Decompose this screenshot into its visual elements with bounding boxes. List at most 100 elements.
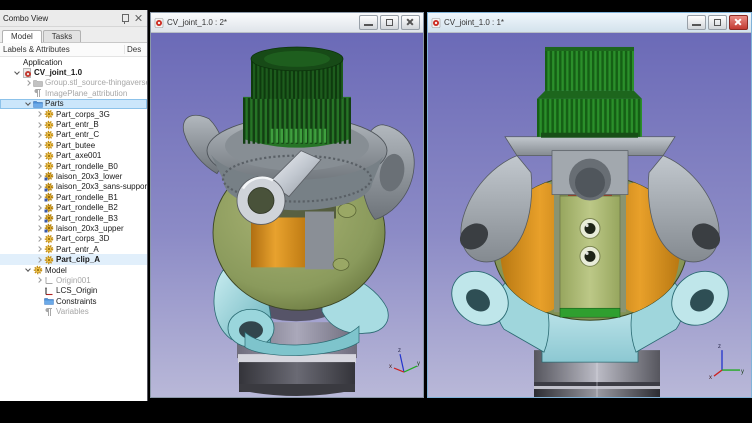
tree-item-label: LCS_Origin — [56, 286, 97, 295]
svg-text:y: y — [741, 369, 744, 375]
restore-button[interactable] — [380, 15, 399, 30]
tree-item-parts[interactable]: Parts — [0, 99, 147, 109]
tree-item-variables[interactable]: Variables — [0, 306, 147, 316]
green-band[interactable] — [560, 308, 620, 317]
arrow-spacer — [24, 89, 33, 98]
collapse-arrow-icon[interactable] — [13, 68, 22, 77]
dock-pin-button[interactable] — [120, 13, 131, 23]
panel-close-button[interactable] — [133, 13, 144, 23]
svg-text:y: y — [417, 361, 420, 367]
tree-item-part-rondelle-b3[interactable]: Part_rondelle_B3 — [0, 213, 147, 223]
tab-model[interactable]: Model — [2, 30, 42, 43]
expand-arrow-icon[interactable] — [35, 110, 44, 119]
tree-item-part-axe001[interactable]: Part_axe001 — [0, 151, 147, 161]
tree-item-label: Part_clip_A — [56, 255, 100, 264]
part-yellow-icon — [33, 265, 43, 275]
tree-item-label: Variables — [56, 307, 89, 316]
expand-arrow-icon[interactable] — [35, 141, 44, 150]
viewport-window-1: CV_joint_1.0 : 2* — [150, 12, 424, 398]
tree-item-laison-20x3-sans-support[interactable]: laison_20x3_sans-support — [0, 182, 147, 192]
expand-arrow-icon[interactable] — [35, 276, 44, 285]
tree-item-laison-20x3-upper[interactable]: laison_20x3_upper — [0, 223, 147, 233]
restore-button[interactable] — [708, 15, 727, 30]
tree-item-constraints[interactable]: Constraints — [0, 296, 147, 306]
tree-item-laison-20x3-lower[interactable]: laison_20x3_lower — [0, 171, 147, 181]
part-yellow-icon — [44, 151, 54, 161]
screw-bottom[interactable] — [580, 246, 600, 266]
tree-item-part-entr-a[interactable]: Part_entr_A — [0, 244, 147, 254]
green-knob[interactable] — [537, 47, 642, 138]
collapse-arrow-icon[interactable] — [24, 266, 33, 275]
tree-item-part-butee[interactable]: Part_butee — [0, 140, 147, 150]
collapse-arrow-icon[interactable] — [24, 99, 33, 108]
viewport1-3d-view[interactable]: z y x — [151, 33, 423, 397]
close-button[interactable] — [401, 15, 420, 30]
minimize-button[interactable] — [359, 15, 378, 30]
expand-arrow-icon[interactable] — [35, 193, 44, 202]
tree-item-part-entr-c[interactable]: Part_entr_C — [0, 130, 147, 140]
svg-text:x: x — [709, 375, 712, 381]
viewport2-title: CV_joint_1.0 : 1* — [444, 18, 685, 27]
part-yellow-icon — [44, 161, 54, 171]
tree-item-part-corps-3d[interactable]: Part_corps_3D — [0, 234, 147, 244]
expand-arrow-icon[interactable] — [35, 130, 44, 139]
combo-view-tabs: Model Tasks — [0, 27, 147, 43]
tab-tasks[interactable]: Tasks — [43, 30, 81, 42]
tree-item-lcs-origin[interactable]: LCS_Origin — [0, 286, 147, 296]
combo-view-titlebar[interactable]: Combo View — [0, 10, 147, 27]
screen: Combo View Model Tasks Labels & Attribut… — [0, 0, 752, 423]
tree-item-label: Part_entr_A — [56, 245, 99, 254]
part-yellow-icon — [44, 234, 54, 244]
folder-gray-icon — [33, 78, 43, 88]
part-yellow-icon — [44, 244, 54, 254]
expand-arrow-icon[interactable] — [35, 162, 44, 171]
expand-arrow-icon[interactable] — [35, 172, 44, 181]
arrow-spacer — [35, 286, 44, 295]
expand-arrow-icon[interactable] — [35, 120, 44, 129]
expand-arrow-icon[interactable] — [35, 214, 44, 223]
expand-arrow-icon[interactable] — [35, 255, 44, 264]
tree-item-application[interactable]: Application — [0, 57, 147, 67]
minimize-button[interactable] — [687, 15, 706, 30]
orange-cross-pin[interactable] — [251, 217, 305, 267]
tree-item-label: laison_20x3_upper — [56, 224, 124, 233]
tree-item-cv-joint-1-0[interactable]: CV_joint_1.0 — [0, 67, 147, 77]
tree-item-label: Part_entr_B — [56, 120, 99, 129]
pin-icon — [122, 14, 129, 22]
part-link-icon — [44, 223, 54, 233]
tree-item-label: laison_20x3_lower — [56, 172, 122, 181]
tree-item-imageplane-attribution[interactable]: ImagePlane_attribution — [0, 88, 147, 98]
part-link-icon — [44, 192, 54, 202]
tree-item-group-stl-source-thingaverse[interactable]: Group.stl_source-thingaverse — [0, 78, 147, 88]
tree-item-origin001[interactable]: Origin001 — [0, 275, 147, 285]
tree-item-part-rondelle-b0[interactable]: Part_rondelle_B0 — [0, 161, 147, 171]
tree-item-part-rondelle-b1[interactable]: Part_rondelle_B1 — [0, 192, 147, 202]
expand-arrow-icon[interactable] — [35, 245, 44, 254]
close-button[interactable] — [729, 15, 748, 30]
tree-item-part-corps-3g[interactable]: Part_corps_3G — [0, 109, 147, 119]
tree-item-label: CV_joint_1.0 — [34, 68, 82, 77]
viewport-window-2: CV_joint_1.0 : 1* — [427, 12, 752, 398]
freecad-file-icon — [154, 18, 164, 28]
viewport1-titlebar[interactable]: CV_joint_1.0 : 2* — [151, 13, 423, 33]
expand-arrow-icon[interactable] — [35, 203, 44, 212]
green-knob[interactable] — [243, 47, 351, 148]
tree-item-model[interactable]: Model — [0, 265, 147, 275]
viewport2-3d-view[interactable]: z y x — [428, 33, 751, 397]
expand-arrow-icon[interactable] — [35, 224, 44, 233]
expand-arrow-icon[interactable] — [35, 151, 44, 160]
description-header[interactable]: Des — [124, 45, 147, 54]
screw-top[interactable] — [580, 218, 600, 238]
part-link-icon — [44, 182, 54, 192]
labels-attributes-header[interactable]: Labels & Attributes — [0, 45, 124, 54]
tree-item-part-rondelle-b2[interactable]: Part_rondelle_B2 — [0, 202, 147, 212]
expand-arrow-icon[interactable] — [35, 234, 44, 243]
image-plane-icon — [33, 88, 43, 98]
tree-item-label: Model — [45, 266, 67, 275]
expand-arrow-icon[interactable] — [35, 182, 44, 191]
expand-arrow-icon[interactable] — [24, 78, 33, 87]
none-icon — [11, 57, 21, 67]
tree-item-part-clip-a[interactable]: Part_clip_A — [0, 254, 147, 264]
viewport2-titlebar[interactable]: CV_joint_1.0 : 1* — [428, 13, 751, 33]
tree-item-part-entr-b[interactable]: Part_entr_B — [0, 119, 147, 129]
